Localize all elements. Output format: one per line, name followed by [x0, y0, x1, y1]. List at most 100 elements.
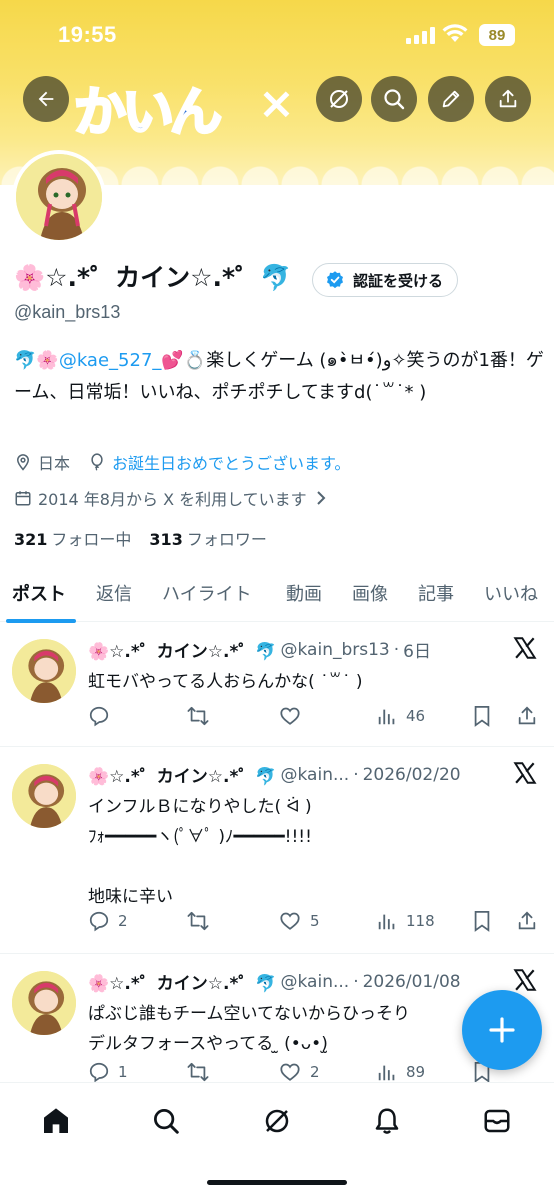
battery-icon: 89	[479, 24, 515, 46]
bio-mention-link[interactable]: @kae_527_	[59, 350, 162, 371]
post-text: 虹モバやってる人おらんかな( ˙꒳˙ )	[88, 672, 363, 692]
post-author-handle[interactable]: @kain_brs13	[281, 640, 390, 660]
post-text: インフルＢになりやした( ᐛ ) ﾌｫ━━━━━ヽ(ﾟ∀ﾟ )ﾉ━━━━━!!!…	[88, 797, 312, 907]
like-button[interactable]: 5	[278, 910, 320, 932]
repost-icon	[187, 706, 209, 726]
status-bar: 19:55 89	[0, 0, 554, 72]
profile-bio: 🐬🌸@kae_527_💕💍楽しくゲーム (๑•̀ㅂ•́)و✧笑うのが1番！ゲーム…	[14, 345, 544, 409]
post-date[interactable]: 2026/01/08	[363, 972, 461, 992]
following-count: 321	[14, 530, 48, 549]
edit-button[interactable]	[428, 76, 474, 122]
nav-home[interactable]	[36, 1101, 76, 1141]
following-link[interactable]: 321 フォロー中	[14, 526, 131, 550]
share-post-icon[interactable]	[516, 705, 538, 727]
post-item[interactable]: 🌸☆.*゜カイン☆.*゜🐬 @kain_brs13 · 6日 虹モバやってる人お…	[0, 623, 554, 747]
tab-replies[interactable]: 返信	[96, 580, 132, 606]
x-logo-icon[interactable]	[512, 967, 538, 993]
repost-icon	[187, 1062, 209, 1082]
tab-highlights[interactable]: ハイライト	[162, 580, 252, 606]
views-button[interactable]: 46	[376, 705, 425, 727]
calendar-icon	[15, 491, 31, 506]
search-icon	[384, 89, 405, 110]
notifications-icon	[375, 1108, 399, 1134]
post-header: 🌸☆.*゜カイン☆.*゜🐬 @kain_brs13 · 6日	[88, 637, 431, 663]
reply-icon	[89, 911, 109, 932]
like-button[interactable]: 2	[278, 1061, 320, 1083]
tab-posts[interactable]: ポスト	[12, 580, 66, 606]
messages-icon	[484, 1109, 510, 1133]
post-author-name[interactable]: 🌸☆.*゜カイン☆.*゜🐬	[88, 637, 277, 662]
post-avatar[interactable]	[12, 764, 76, 828]
balloon-icon	[91, 453, 103, 471]
tab-likes[interactable]: いいね	[484, 580, 538, 606]
get-verified-button[interactable]: 認証を受ける	[312, 263, 459, 297]
plus-icon	[489, 1017, 515, 1043]
reply-button[interactable]: 1	[88, 1061, 128, 1083]
wifi-icon	[442, 24, 468, 42]
share-button[interactable]	[485, 76, 531, 122]
repost-button[interactable]	[186, 1061, 218, 1083]
get-verified-label: 認証を受ける	[353, 271, 444, 290]
views-button[interactable]: 118	[376, 910, 435, 932]
post-item[interactable]: 🌸☆.*゜カイン☆.*゜🐬 @kain... · 2026/02/20 インフル…	[0, 748, 554, 954]
post-author-handle[interactable]: @kain...	[281, 972, 350, 992]
heart-icon	[280, 912, 300, 930]
share-post-icon[interactable]	[516, 910, 538, 932]
home-icon	[44, 1108, 68, 1133]
nav-search[interactable]	[146, 1101, 186, 1141]
back-button[interactable]	[23, 76, 69, 122]
views-button[interactable]: 89	[376, 1061, 425, 1083]
profile-handle: @kain_brs13	[14, 302, 121, 322]
birthday-link[interactable]: お誕生日おめでとうございます。	[112, 450, 350, 474]
follow-stats: 321 フォロー中 313 フォロワー	[14, 526, 267, 550]
x-logo-icon[interactable]	[512, 635, 538, 661]
verified-badge-icon	[327, 271, 343, 289]
cellular-signal-icon	[406, 26, 435, 44]
post-actions: 2 5 118	[88, 910, 538, 936]
heart-icon	[280, 1063, 300, 1081]
repost-button[interactable]	[186, 705, 218, 727]
post-author-name[interactable]: 🌸☆.*゜カイン☆.*゜🐬	[88, 762, 277, 787]
back-icon	[38, 91, 54, 107]
grok-button[interactable]	[316, 76, 362, 122]
post-date[interactable]: 2026/02/20	[363, 765, 461, 785]
search-button[interactable]	[371, 76, 417, 122]
nav-messages[interactable]	[477, 1101, 517, 1141]
post-author-name[interactable]: 🌸☆.*゜カイン☆.*゜🐬	[88, 969, 277, 994]
profile-avatar[interactable]	[12, 150, 106, 244]
nav-notifications[interactable]	[367, 1101, 407, 1141]
reply-icon	[89, 706, 109, 727]
status-time: 19:55	[58, 22, 117, 47]
following-label: フォロー中	[51, 530, 132, 549]
tab-videos[interactable]: 動画	[286, 580, 322, 606]
joined-row[interactable]: 2014 年8月から X を利用しています	[14, 486, 327, 510]
repost-button[interactable]	[186, 910, 218, 932]
repost-icon	[187, 911, 209, 931]
bookmark-icon[interactable]	[472, 705, 492, 727]
followers-count: 313	[149, 530, 183, 549]
compose-button[interactable]	[462, 990, 542, 1070]
post-avatar[interactable]	[12, 639, 76, 703]
followers-link[interactable]: 313 フォロワー	[149, 526, 266, 550]
like-button[interactable]	[278, 705, 310, 727]
x-logo-icon[interactable]	[512, 760, 538, 786]
profile-meta-row: 日本 お誕生日おめでとうございます。	[14, 450, 350, 474]
reply-button[interactable]: 2	[88, 910, 128, 932]
reply-button[interactable]	[88, 705, 118, 727]
post-separator: ·	[393, 639, 400, 660]
post-avatar[interactable]	[12, 971, 76, 1035]
tab-articles[interactable]: 記事	[418, 580, 454, 606]
post-header: 🌸☆.*゜カイン☆.*゜🐬 @kain... · 2026/01/08	[88, 969, 461, 995]
banner-logo-x: ×	[258, 78, 295, 129]
tab-images[interactable]: 画像	[352, 580, 388, 606]
profile-name-row: 🌸☆.*゜カイン☆.*゜🐬	[14, 258, 291, 294]
avatar-illustration	[16, 154, 102, 240]
profile-display-name: 🌸☆.*゜カイン☆.*゜🐬	[14, 263, 292, 292]
bookmark-icon[interactable]	[472, 910, 492, 932]
edit-icon	[442, 90, 460, 108]
post-date[interactable]: 6日	[403, 637, 431, 662]
nav-grok[interactable]	[257, 1101, 297, 1141]
views-icon	[378, 709, 395, 725]
grok-icon	[330, 90, 348, 108]
post-author-handle[interactable]: @kain...	[281, 765, 350, 785]
